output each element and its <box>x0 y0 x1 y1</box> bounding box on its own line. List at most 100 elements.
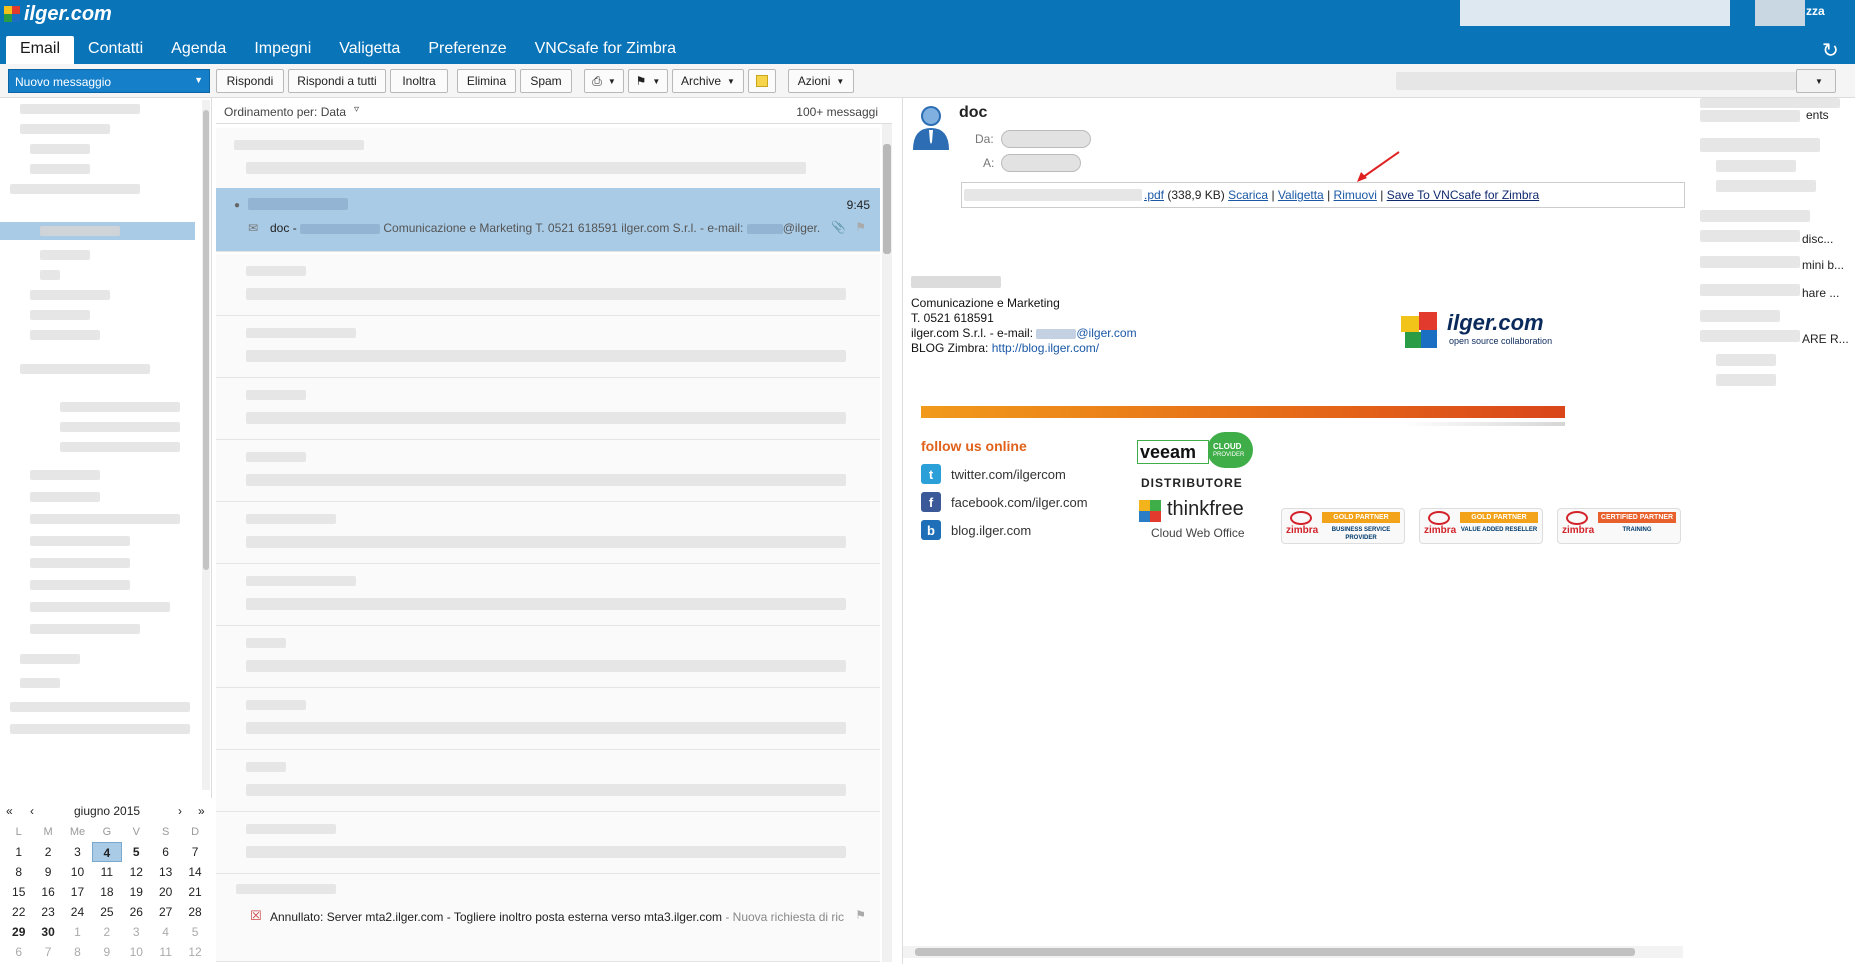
calendar-day[interactable]: 4 <box>92 842 122 862</box>
scroll-thumb[interactable] <box>883 144 891 254</box>
unread-dot-icon[interactable]: ● <box>234 200 240 211</box>
calendar-day[interactable]: 8 <box>4 862 33 882</box>
prev-year-icon[interactable]: « <box>6 804 13 818</box>
social-facebook[interactable]: f facebook.com/ilger.com <box>921 492 1088 512</box>
to-address-bubble[interactable] <box>1001 154 1081 172</box>
list-item[interactable] <box>216 316 880 378</box>
folder-item[interactable] <box>0 620 200 638</box>
folder-item[interactable] <box>0 720 200 738</box>
tab-tasks[interactable]: Impegni <box>240 36 325 64</box>
calendar-day[interactable]: 20 <box>151 882 180 902</box>
folder-item[interactable] <box>0 360 200 378</box>
list-item[interactable] <box>216 440 880 502</box>
scroll-thumb[interactable] <box>203 110 209 570</box>
folder-item[interactable] <box>0 510 200 528</box>
folder-item[interactable] <box>0 576 200 594</box>
calendar-day[interactable]: 22 <box>4 902 33 922</box>
reply-button[interactable]: Rispondi <box>216 69 284 93</box>
archive-button[interactable]: Archive ▼ <box>672 69 744 93</box>
remove-link[interactable]: Rimuovi <box>1334 188 1377 202</box>
list-item-selected[interactable]: ● 9:45 ✉ doc - Comunicazione e Marketing… <box>216 188 880 252</box>
calendar-day[interactable]: 8 <box>63 942 92 962</box>
calendar-day[interactable]: 21 <box>180 882 209 902</box>
right-item[interactable]: mini b... <box>1802 258 1844 272</box>
calendar-day[interactable]: 16 <box>33 882 62 902</box>
delete-button[interactable]: Elimina <box>457 69 516 93</box>
calendar-day[interactable]: 1 <box>63 922 92 942</box>
folder-item[interactable] <box>0 286 200 304</box>
folder-item[interactable] <box>0 488 200 506</box>
new-message-button[interactable]: Nuovo messaggio ▼ <box>8 69 210 93</box>
calendar-day[interactable]: 17 <box>63 882 92 902</box>
calendar-day[interactable]: 18 <box>92 882 121 902</box>
flag-icon[interactable]: ⚑ <box>855 220 866 234</box>
from-address-bubble[interactable] <box>1001 130 1091 148</box>
prev-month-icon[interactable]: ‹ <box>30 804 34 818</box>
social-blog[interactable]: b blog.ilger.com <box>921 520 1031 540</box>
actions-button[interactable]: Azioni ▼ <box>788 69 854 93</box>
folder-item[interactable] <box>0 306 200 324</box>
view-dropdown[interactable]: ▼ <box>1796 69 1836 93</box>
user-name[interactable]: zza <box>1806 4 1825 18</box>
list-item[interactable] <box>216 626 880 688</box>
calendar-day[interactable]: 3 <box>63 842 92 862</box>
calendar-day[interactable]: 7 <box>33 942 62 962</box>
folder-scrollbar[interactable] <box>202 100 210 790</box>
reader-hscrollbar[interactable] <box>903 946 1683 958</box>
calendar-day[interactable]: 25 <box>92 902 121 922</box>
folder-item[interactable] <box>0 598 200 616</box>
calendar-day[interactable]: 1 <box>4 842 33 862</box>
calendar-day[interactable]: 15 <box>4 882 33 902</box>
calendar-day[interactable]: 9 <box>33 862 62 882</box>
calendar-day[interactable]: 26 <box>122 902 151 922</box>
briefcase-link[interactable]: Valigetta <box>1278 188 1324 202</box>
chevron-down-icon[interactable]: ▼ <box>194 75 203 85</box>
list-item[interactable] <box>216 502 880 564</box>
attachment-name[interactable]: .pdf <box>1144 188 1164 202</box>
folder-item[interactable] <box>0 466 200 484</box>
folder-item[interactable] <box>0 120 200 138</box>
folder-item[interactable] <box>0 100 200 118</box>
right-item[interactable]: disc... <box>1802 232 1833 246</box>
sort-label[interactable]: Ordinamento per: Data <box>224 105 346 119</box>
signature-email[interactable]: @ilger.com <box>1076 326 1136 340</box>
calendar-day[interactable]: 27 <box>151 902 180 922</box>
calendar-day[interactable]: 2 <box>33 842 62 862</box>
calendar-day[interactable]: 2 <box>92 922 121 942</box>
calendar-day[interactable]: 5 <box>122 842 151 862</box>
download-link[interactable]: Scarica <box>1228 188 1268 202</box>
folder-item[interactable] <box>0 326 200 344</box>
folder-item[interactable] <box>0 160 200 178</box>
next-year-icon[interactable]: » <box>198 804 205 818</box>
list-item[interactable] <box>216 378 880 440</box>
calendar-day[interactable]: 29 <box>4 922 33 942</box>
folder-item[interactable] <box>0 140 200 158</box>
calendar-day[interactable]: 6 <box>4 942 33 962</box>
tag-button[interactable]: ⚑ ▼ <box>628 69 668 93</box>
note-button[interactable] <box>748 69 776 93</box>
folder-item[interactable] <box>0 438 200 456</box>
list-scrollbar[interactable] <box>882 124 892 962</box>
tab-briefcase[interactable]: Valigetta <box>325 36 414 64</box>
calendar-day[interactable]: 4 <box>151 922 180 942</box>
tab-vncsafe[interactable]: VNCsafe for Zimbra <box>521 36 690 64</box>
tab-calendar[interactable]: Agenda <box>157 36 240 64</box>
next-month-icon[interactable]: › <box>178 804 182 818</box>
calendar-day[interactable]: 5 <box>180 922 209 942</box>
folder-item[interactable] <box>0 674 200 692</box>
list-item[interactable] <box>216 254 880 316</box>
calendar-day[interactable]: 28 <box>180 902 209 922</box>
list-item[interactable] <box>216 812 880 874</box>
calendar-day[interactable]: 12 <box>122 862 151 882</box>
forward-button[interactable]: Inoltra <box>390 69 448 93</box>
folder-item[interactable] <box>0 418 200 436</box>
sort-icon[interactable]: ▿ <box>354 104 359 115</box>
calendar-day[interactable]: 9 <box>92 942 121 962</box>
tab-preferences[interactable]: Preferenze <box>414 36 520 64</box>
calendar-day[interactable]: 19 <box>122 882 151 902</box>
folder-item[interactable] <box>0 532 200 550</box>
right-item[interactable]: ents <box>1806 108 1829 122</box>
folder-item[interactable] <box>0 398 200 416</box>
calendar-day[interactable]: 12 <box>180 942 209 962</box>
folder-item[interactable] <box>0 650 200 668</box>
